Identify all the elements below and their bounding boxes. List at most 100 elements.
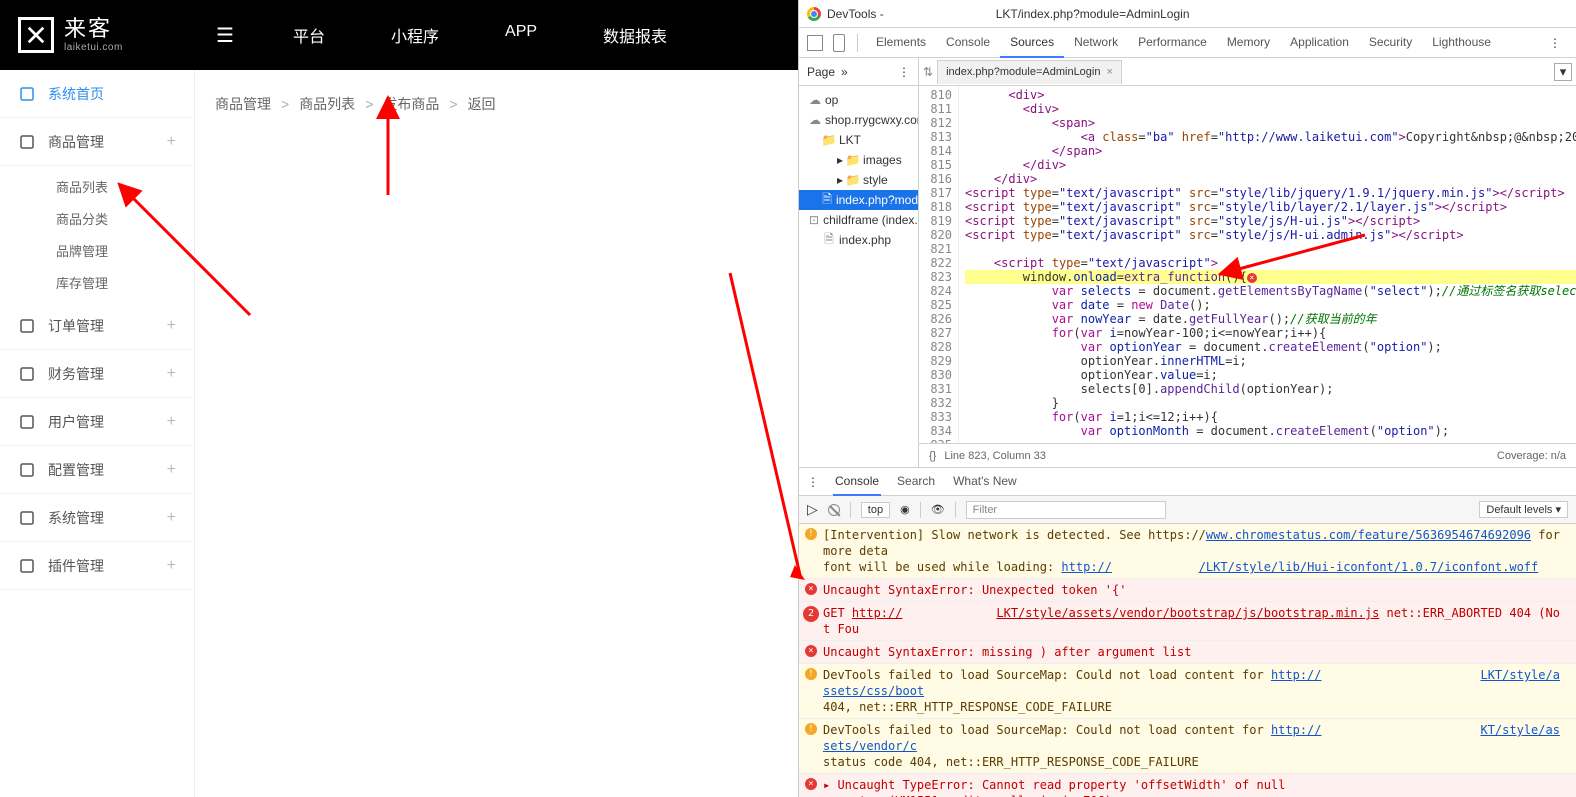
breadcrumb-item[interactable]: 商品列表 [299, 94, 355, 114]
console-log-err[interactable]: ×▸ Uncaught TypeError: Cannot read prope… [799, 774, 1576, 797]
devtools-title-url: LKT/index.php?module=AdminLogin [996, 7, 1190, 21]
filter-input[interactable]: Filter [966, 501, 1166, 519]
expand-icon[interactable]: + [167, 365, 176, 383]
tree-item[interactable]: ▸ 📁images [799, 150, 918, 170]
tree-label: images [863, 153, 902, 167]
plugin-icon [18, 557, 36, 575]
chevron-right-icon[interactable]: » [841, 65, 848, 79]
expand-icon[interactable]: + [167, 509, 176, 527]
console-log-err[interactable]: ×Uncaught SyntaxError: Unexpected token … [799, 579, 1576, 602]
devtools-menu-icon[interactable]: ⋮ [1539, 36, 1572, 50]
devtools-tab[interactable]: Security [1359, 28, 1422, 58]
console-toolbar: ▷ top ◉ 👁 Filter Default levels ▾ [799, 496, 1576, 524]
topnav-platform[interactable]: 平台 [285, 0, 333, 71]
devtools-tab[interactable]: Memory [1217, 28, 1280, 58]
drawer-tab[interactable]: Search [895, 468, 937, 496]
logo-text-en: laiketui.com [64, 42, 123, 53]
devtools-tab[interactable]: Network [1064, 28, 1128, 58]
context-selector[interactable]: top [861, 502, 890, 518]
tree-item[interactable]: 🗎index.php [799, 230, 918, 250]
tree-item[interactable]: 🗎index.php?mod [799, 190, 918, 210]
devtools-tab[interactable]: Lighthouse [1422, 28, 1501, 58]
tree-label: childframe (index.ph [823, 213, 918, 227]
tree-item[interactable]: ☁shop.rrygcwxy.com [799, 110, 918, 130]
console-log-err[interactable]: 2GET http:// LKT/style/assets/vendor/boo… [799, 602, 1576, 641]
topnav-miniapp[interactable]: 小程序 [383, 0, 447, 71]
expand-icon[interactable]: + [167, 317, 176, 335]
breadcrumb-item[interactable]: 发布商品 [383, 94, 439, 114]
cursor-position: Line 823, Column 33 [944, 450, 1046, 462]
sidebar-item[interactable]: 系统管理 + [0, 494, 194, 542]
folder-icon: 📁 [847, 154, 859, 166]
console-log-warn[interactable]: !DevTools failed to load SourceMap: Coul… [799, 719, 1576, 774]
page-tab[interactable]: Page [807, 65, 835, 79]
console-output[interactable]: ![Intervention] Slow network is detected… [799, 524, 1576, 797]
logo-icon [18, 17, 54, 53]
sidebar-item-label: 财务管理 [48, 364, 155, 384]
drawer-menu-icon[interactable]: ⋮ [807, 475, 819, 489]
sidebar-sub-item[interactable]: 库存管理 [0, 266, 194, 298]
menu-toggle-icon[interactable]: ☰ [195, 23, 255, 48]
expand-icon[interactable]: + [167, 133, 176, 151]
sidebar-item[interactable]: 系统首页 [0, 70, 194, 118]
finance-icon [18, 365, 36, 383]
expand-icon[interactable]: + [167, 461, 176, 479]
sidebar-item-label: 系统管理 [48, 508, 155, 528]
breadcrumb-item[interactable]: 返回 [468, 94, 496, 114]
tree-item[interactable]: ☁op [799, 90, 918, 110]
devtools-tab[interactable]: Console [936, 28, 1000, 58]
tree-label: style [863, 173, 888, 187]
console-log-err[interactable]: ×Uncaught SyntaxError: missing ) after a… [799, 641, 1576, 664]
topnav-app[interactable]: APP [497, 0, 545, 71]
kebab-icon[interactable]: ⋮ [898, 65, 910, 79]
devtools-titlebar: DevTools - LKT/index.php?module=AdminLog… [799, 0, 1576, 28]
sidebar-item[interactable]: 插件管理 + [0, 542, 194, 590]
console-log-warn[interactable]: !DevTools failed to load SourceMap: Coul… [799, 664, 1576, 719]
sidebar-item[interactable]: 订单管理+ [0, 302, 194, 350]
expand-icon[interactable]: + [167, 413, 176, 431]
tree-item[interactable]: ⊡ childframe (index.ph [799, 210, 918, 230]
drawer-tab[interactable]: What's New [951, 468, 1019, 496]
eye-icon-2[interactable]: 👁 [931, 503, 945, 516]
device-toggle-icon[interactable] [833, 34, 845, 52]
file-tab[interactable]: index.php?module=AdminLogin × [937, 60, 1122, 84]
more-tabs-icon[interactable]: ▾ [1554, 63, 1572, 81]
drawer-tab[interactable]: Console [833, 468, 881, 496]
breadcrumb: 商品管理>商品列表>发布商品>返回 [215, 94, 778, 114]
close-icon[interactable]: × [1106, 66, 1112, 78]
app-header: 来客 laiketui.com ☰ 平台 小程序 APP 数据报表 [0, 0, 798, 70]
sidebar-item[interactable]: 财务管理 + [0, 350, 194, 398]
clear-console-icon[interactable]: ▷ [807, 501, 818, 518]
tree-item[interactable]: ▸ 📁style [799, 170, 918, 190]
tree-item[interactable]: 📁LKT [799, 130, 918, 150]
sidebar-sub-item[interactable]: 商品分类 [0, 202, 194, 234]
code-editor[interactable]: 8108118128138148158168178188198208218228… [919, 86, 1576, 443]
sidebar-item-label: 用户管理 [48, 412, 155, 432]
breadcrumb-item[interactable]: 商品管理 [215, 94, 271, 114]
inspect-icon[interactable] [807, 35, 823, 51]
sidebar-item[interactable]: 商品管理+ [0, 118, 194, 166]
sidebar: 系统首页商品管理+ 商品列表商品分类品牌管理库存管理订单管理+ 财务管理 + 用户管理 +… [0, 70, 195, 797]
devtools-tab[interactable]: Elements [866, 28, 936, 58]
sidebar-sub-item[interactable]: 品牌管理 [0, 234, 194, 266]
arrows-icon[interactable]: ⇅ [923, 65, 933, 79]
sidebar-item[interactable]: 用户管理 + [0, 398, 194, 446]
sidebar-sub-item[interactable]: 商品列表 [0, 170, 194, 202]
box-icon [18, 133, 36, 151]
sidebar-item[interactable]: 配置管理+ [0, 446, 194, 494]
eye-icon[interactable]: ◉ [900, 503, 910, 516]
sidebar-item-label: 插件管理 [48, 556, 155, 576]
devtools-tab[interactable]: Application [1280, 28, 1359, 58]
devtools-tab[interactable]: Sources [1000, 28, 1064, 58]
devtools-tab[interactable]: Performance [1128, 28, 1217, 58]
topnav-report[interactable]: 数据报表 [595, 0, 675, 71]
console-log-warn[interactable]: ![Intervention] Slow network is detected… [799, 524, 1576, 579]
log-levels-selector[interactable]: Default levels ▾ [1479, 501, 1568, 518]
coverage-status: Coverage: n/a [1497, 450, 1566, 462]
expand-icon[interactable]: + [167, 557, 176, 575]
stop-icon[interactable] [828, 504, 840, 516]
logo[interactable]: 来客 laiketui.com [0, 0, 195, 70]
system-icon [18, 509, 36, 527]
cloud-icon: ☁ [809, 94, 821, 106]
frame-icon: ⊡ [809, 214, 819, 226]
